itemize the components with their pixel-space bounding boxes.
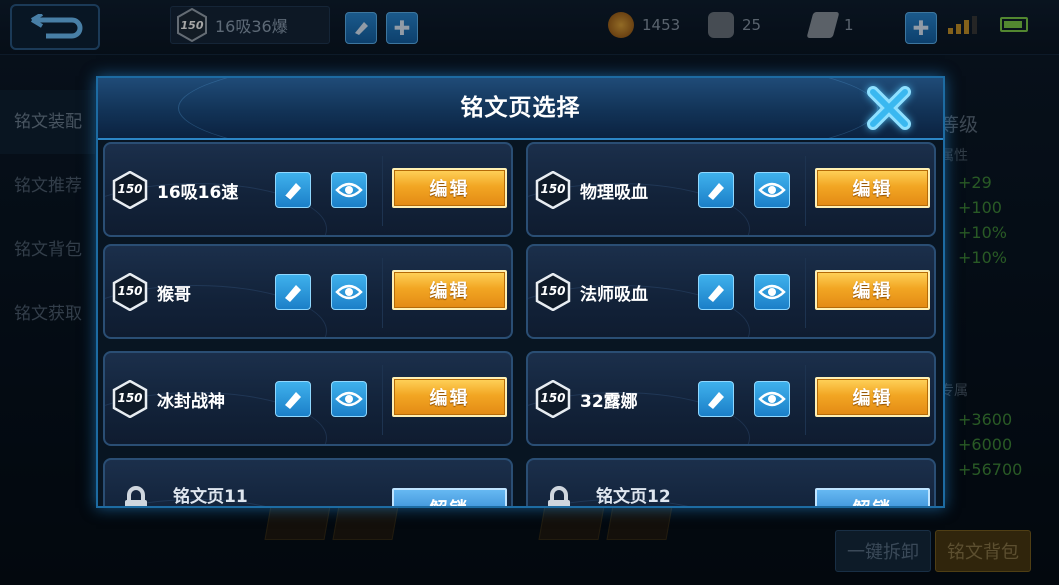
pencil-icon — [285, 392, 301, 409]
rename-button[interactable] — [698, 172, 734, 208]
preview-button[interactable] — [754, 381, 790, 417]
divider — [382, 258, 383, 328]
divider — [805, 156, 806, 226]
unlock-button[interactable]: 解锁 — [392, 488, 507, 506]
modal-header: 铭文页选择 — [98, 78, 943, 140]
page-name: 铭文页11 — [173, 487, 248, 506]
preview-button[interactable] — [754, 172, 790, 208]
eye-icon — [335, 182, 363, 198]
page-card[interactable]: 150 物理吸血 编辑 — [526, 142, 936, 237]
edit-button[interactable]: 编辑 — [815, 270, 930, 310]
rename-button[interactable] — [275, 172, 311, 208]
lock-icon — [125, 486, 147, 506]
page-card[interactable]: 150 16吸16速 编辑 — [103, 142, 513, 237]
rename-button[interactable] — [275, 381, 311, 417]
level-badge-icon: 150 — [111, 380, 149, 418]
page-name: 冰封战神 — [157, 392, 225, 412]
modal-title: 铭文页选择 — [460, 95, 581, 121]
level-badge-icon: 150 — [111, 171, 149, 209]
locked-page-card[interactable]: 铭文页12 解锁 — [526, 458, 936, 506]
level-badge-icon: 150 — [534, 273, 572, 311]
pencil-icon — [284, 183, 301, 201]
eye-icon — [335, 391, 363, 407]
level-badge-icon: 150 — [111, 273, 149, 311]
divider — [382, 156, 383, 226]
page-name: 铭文页12 — [596, 487, 671, 506]
page-card[interactable]: 150 32露娜 编辑 — [526, 351, 936, 446]
eye-icon — [758, 391, 786, 407]
divider — [805, 365, 806, 435]
page-card[interactable]: 150 法师吸血 编辑 — [526, 244, 936, 339]
lock-icon — [548, 486, 570, 506]
page-name: 32露娜 — [580, 392, 638, 412]
edit-button[interactable]: 编辑 — [392, 168, 507, 208]
pencil-icon — [708, 285, 724, 302]
eye-icon — [758, 284, 786, 300]
page-name: 法师吸血 — [580, 285, 648, 305]
page-name: 猴哥 — [157, 285, 191, 305]
level-badge-icon: 150 — [534, 380, 572, 418]
rename-button[interactable] — [698, 274, 734, 310]
unlock-button[interactable]: 解锁 — [815, 488, 930, 506]
preview-button[interactable] — [331, 172, 367, 208]
locked-page-card[interactable]: 铭文页11 解锁 — [103, 458, 513, 506]
edit-button[interactable]: 编辑 — [392, 270, 507, 310]
close-icon — [867, 86, 911, 130]
page-list[interactable]: 150 16吸16速 编辑 150 物理吸血 编辑 150 猴哥 编辑 150 … — [103, 142, 942, 506]
preview-button[interactable] — [331, 381, 367, 417]
edit-button[interactable]: 编辑 — [815, 168, 930, 208]
page-select-modal: 铭文页选择 150 16吸16速 编辑 150 物理吸血 编辑 150 猴哥 编… — [96, 76, 945, 508]
edit-button[interactable]: 编辑 — [392, 377, 507, 417]
rename-button[interactable] — [275, 274, 311, 310]
level-badge-icon: 150 — [534, 171, 572, 209]
rename-button[interactable] — [698, 381, 734, 417]
pencil-icon — [708, 183, 724, 200]
pencil-icon — [285, 285, 301, 302]
page-name: 物理吸血 — [580, 183, 648, 203]
divider — [805, 258, 806, 328]
close-button[interactable] — [862, 82, 916, 134]
eye-icon — [335, 284, 363, 300]
divider — [382, 365, 383, 435]
preview-button[interactable] — [331, 274, 367, 310]
edit-button[interactable]: 编辑 — [815, 377, 930, 417]
page-name: 16吸16速 — [157, 183, 239, 203]
pencil-icon — [708, 392, 724, 409]
page-card[interactable]: 150 猴哥 编辑 — [103, 244, 513, 339]
page-card[interactable]: 150 冰封战神 编辑 — [103, 351, 513, 446]
eye-icon — [758, 182, 786, 198]
preview-button[interactable] — [754, 274, 790, 310]
